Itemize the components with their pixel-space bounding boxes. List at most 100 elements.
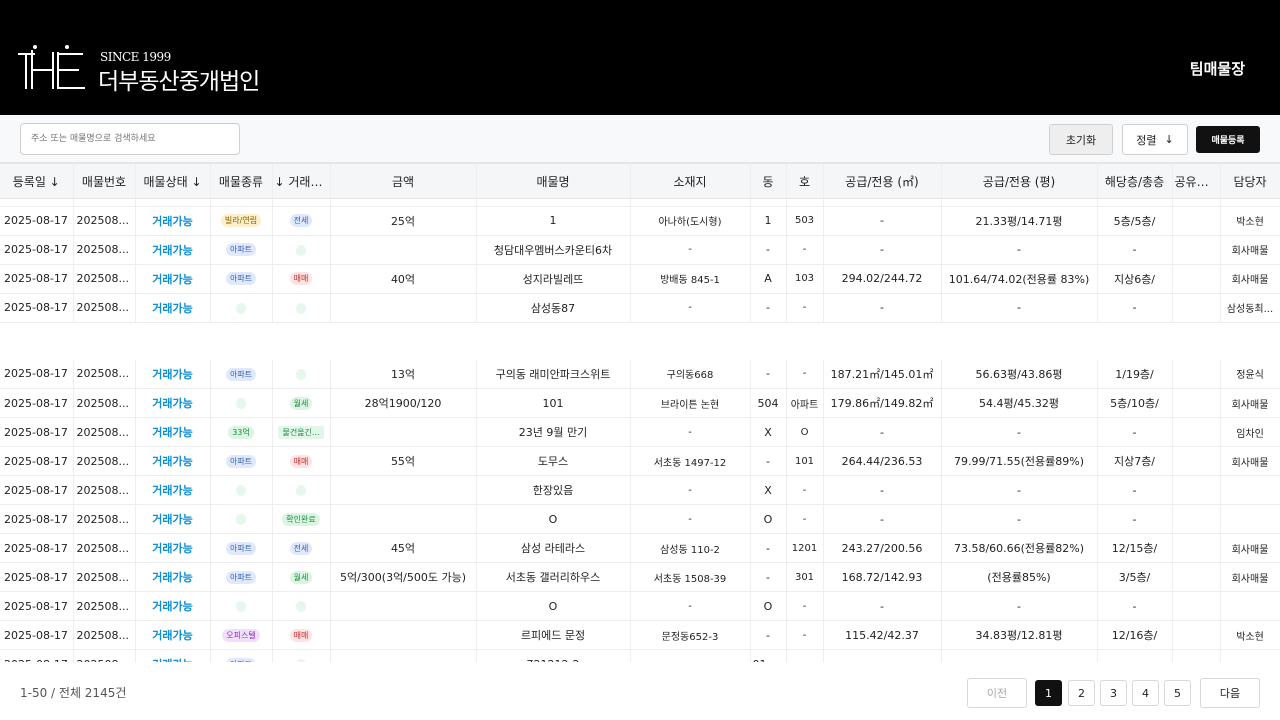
cell-property-type [210,293,273,323]
table-row[interactable]: 2025-08-17 202508... 거래가능 아파트 매매 40억 성지라빌레뜨 방배동… [0,264,1280,294]
column-header-area-sqm[interactable]: 공급/전용 (㎡) [823,164,942,198]
cell-status[interactable]: 거래가능 [135,359,211,389]
column-header-property-type[interactable]: 매물종류 [210,164,273,198]
page-button-3[interactable]: 3 [1100,680,1127,706]
property-type-badge: 아파트 [225,272,257,286]
cell-address: - [630,417,751,447]
cell-listing-number: 202508... [73,533,136,563]
cell-area-pyeong: 73.58/60.66(전용률82%) [941,533,1098,563]
cell-status[interactable]: 거래가능 [135,591,211,621]
cell-price [330,649,477,662]
reset-button[interactable]: 초기화 [1049,124,1113,155]
search-input[interactable] [20,123,240,155]
column-header-unit[interactable]: 호 [786,164,824,198]
cell-status[interactable]: 거래가능 [135,446,211,476]
table-row[interactable]: 2025-08-17 202508... 거래가능 아파트 월세 5억/300(3억/50… [0,562,1280,592]
cell-status[interactable]: 거래가능 [135,235,211,265]
cell-area-sqm: - [823,591,942,621]
page-button-5[interactable]: 5 [1164,680,1191,706]
cell-property-type [210,591,273,621]
deal-type-badge: 물건옮긴... [278,425,324,439]
cell-property-type: 아파트 [210,446,273,476]
cell-price: 55억 [330,446,477,476]
table-row[interactable]: 2025-08-17 202508... 거래가능 아파트 전세 45억 삼성 라테라스 삼성… [0,533,1280,563]
table-row[interactable]: 2025-08-17 202508... 거래가능 아파트 13억 구의동 래미안파크스위… [0,359,1280,389]
table-row[interactable]: 2025-08-17 202508... 거래가능 삼성동87- - - - - - 삼성동최..… [0,293,1280,323]
cell-address: - [630,504,751,534]
cell-unit: - [786,475,824,505]
cell-agent [1220,649,1280,662]
table-row[interactable]: 2025-08-17 202508... 거래가능 한장있음 - X - - - - [0,475,1280,505]
cell-floor: 5층/10층/ [1097,388,1173,418]
column-header-date[interactable]: 등록일 ↓ [0,164,74,198]
next-page-button[interactable]: 다음 [1200,678,1260,708]
cell-floor: 1/19층/ [1097,359,1173,389]
table-row[interactable]: 2025-08-17 202508... 거래가능 확인완료 O - O - - - - [0,504,1280,534]
cell-property-type: 아파트 [210,533,273,563]
table-row[interactable]: 2025-08-17 202508... 거래가능 아파트 청담대우멤버스카운티6차 - -… [0,235,1280,265]
cell-area-sqm: - [823,417,942,447]
column-header-listing-number[interactable]: 매물번호 [73,164,136,198]
prev-page-button[interactable]: 이전 [967,678,1027,708]
column-header-price[interactable]: 금액 [330,164,477,198]
cell-shared [1172,264,1221,294]
cell-building: X [750,417,787,447]
cell-listing-name: 삼성 라테라스 [476,533,631,563]
cell-status[interactable]: 거래가능 [135,264,211,294]
cell-listing-number: 202508... [73,388,136,418]
page-button-2[interactable]: 2 [1068,680,1095,706]
cell-unit: O [786,417,824,447]
cell-status[interactable]: 거래가능 [135,562,211,592]
cell-listing-number: 202508... [73,446,136,476]
column-header-floor[interactable]: 해당층/총층 [1097,164,1173,198]
column-header-address[interactable]: 소재지 [630,164,751,198]
sort-button[interactable]: 정렬 ↓ [1122,124,1188,155]
brand-logo[interactable]: SINCE 1999 더부동산중개법인 [15,44,285,95]
cell-status[interactable]: 거래가능 [135,293,211,323]
cell-status[interactable]: 거래가능 [135,475,211,505]
cell-status[interactable]: 거래가능 [135,620,211,650]
cell-status[interactable]: 거래가능 [135,388,211,418]
column-header-agent[interactable]: 담당자 [1220,164,1280,198]
cell-building: - [750,533,787,563]
column-header-listing-name[interactable]: 매물명 [476,164,631,198]
table-row[interactable]: 2025-08-17 202508... 거래가능 아파트 매매 55억 도무스 서초동 14… [0,446,1280,476]
cell-listing-number: 202508... [73,264,136,294]
column-header-shared[interactable]: 공유여부 [1172,164,1221,198]
cell-listing-number: 202508... [73,293,136,323]
cell-status[interactable]: 거래가능 [135,649,211,662]
cell-status[interactable]: 거래가능 [135,417,211,447]
deal-type-badge [296,244,306,256]
pagination-footer: 1-50 / 전체 2145건 이전 1 2 3 4 5 다음 [0,662,1280,720]
cell-status[interactable]: 거래가능 [135,504,211,534]
table-row[interactable]: 2025-08-17202508...거래가능아파트721212-2-010..… [0,649,1280,662]
cell-building: A [750,264,787,294]
table-row[interactable]: 2025-08-17 202508... 거래가능 33억 물건옮긴... 23년 9월 … [0,417,1280,447]
deal-type-badge: 매매 [289,454,313,468]
property-type-badge: 아파트 [225,454,257,468]
deal-type-badge [296,368,306,380]
cell-status[interactable]: 거래가능 [135,206,211,236]
cell-floor: 5층/5층/ [1097,206,1173,236]
cell-deal-type: 확인완료 [272,504,331,534]
cell-agent: 정윤식 [1220,359,1280,389]
add-listing-button[interactable]: 매물등록 [1196,126,1260,153]
cell-shared [1172,446,1221,476]
page-title[interactable]: 팀매물장 [1190,58,1245,79]
column-header-area-pyeong[interactable]: 공급/전용 (평) [941,164,1098,198]
deal-type-badge: 전세 [289,214,313,228]
cell-address: - [630,649,751,662]
column-header-building[interactable]: 동 [750,164,787,198]
table-row[interactable]: 2025-08-17 202508... 거래가능 월세 28억1900/120 101 브… [0,388,1280,418]
page-button-1[interactable]: 1 [1035,680,1062,706]
column-header-status[interactable]: 매물상태 ↓ [135,164,211,198]
page-button-4[interactable]: 4 [1132,680,1159,706]
property-type-badge: 아파트 [225,541,257,555]
cell-price [330,475,477,505]
table-row[interactable]: 2025-08-17 202508... 거래가능 오피스텔 매매 르피에드 문정 문정동6… [0,620,1280,650]
table-row[interactable]: 2025-08-17 202508... 거래가능 O - O - - - - [0,591,1280,621]
cell-status[interactable]: 거래가능 [135,533,211,563]
column-header-deal-type[interactable]: ↓ 거래유형 [272,164,331,198]
table-row[interactable]: 2025-08-17 202508... 거래가능 빌라/연립 전세 25억 1 아나하(도시… [0,206,1280,236]
cell-address: 서초동 1508-39 [630,562,751,592]
